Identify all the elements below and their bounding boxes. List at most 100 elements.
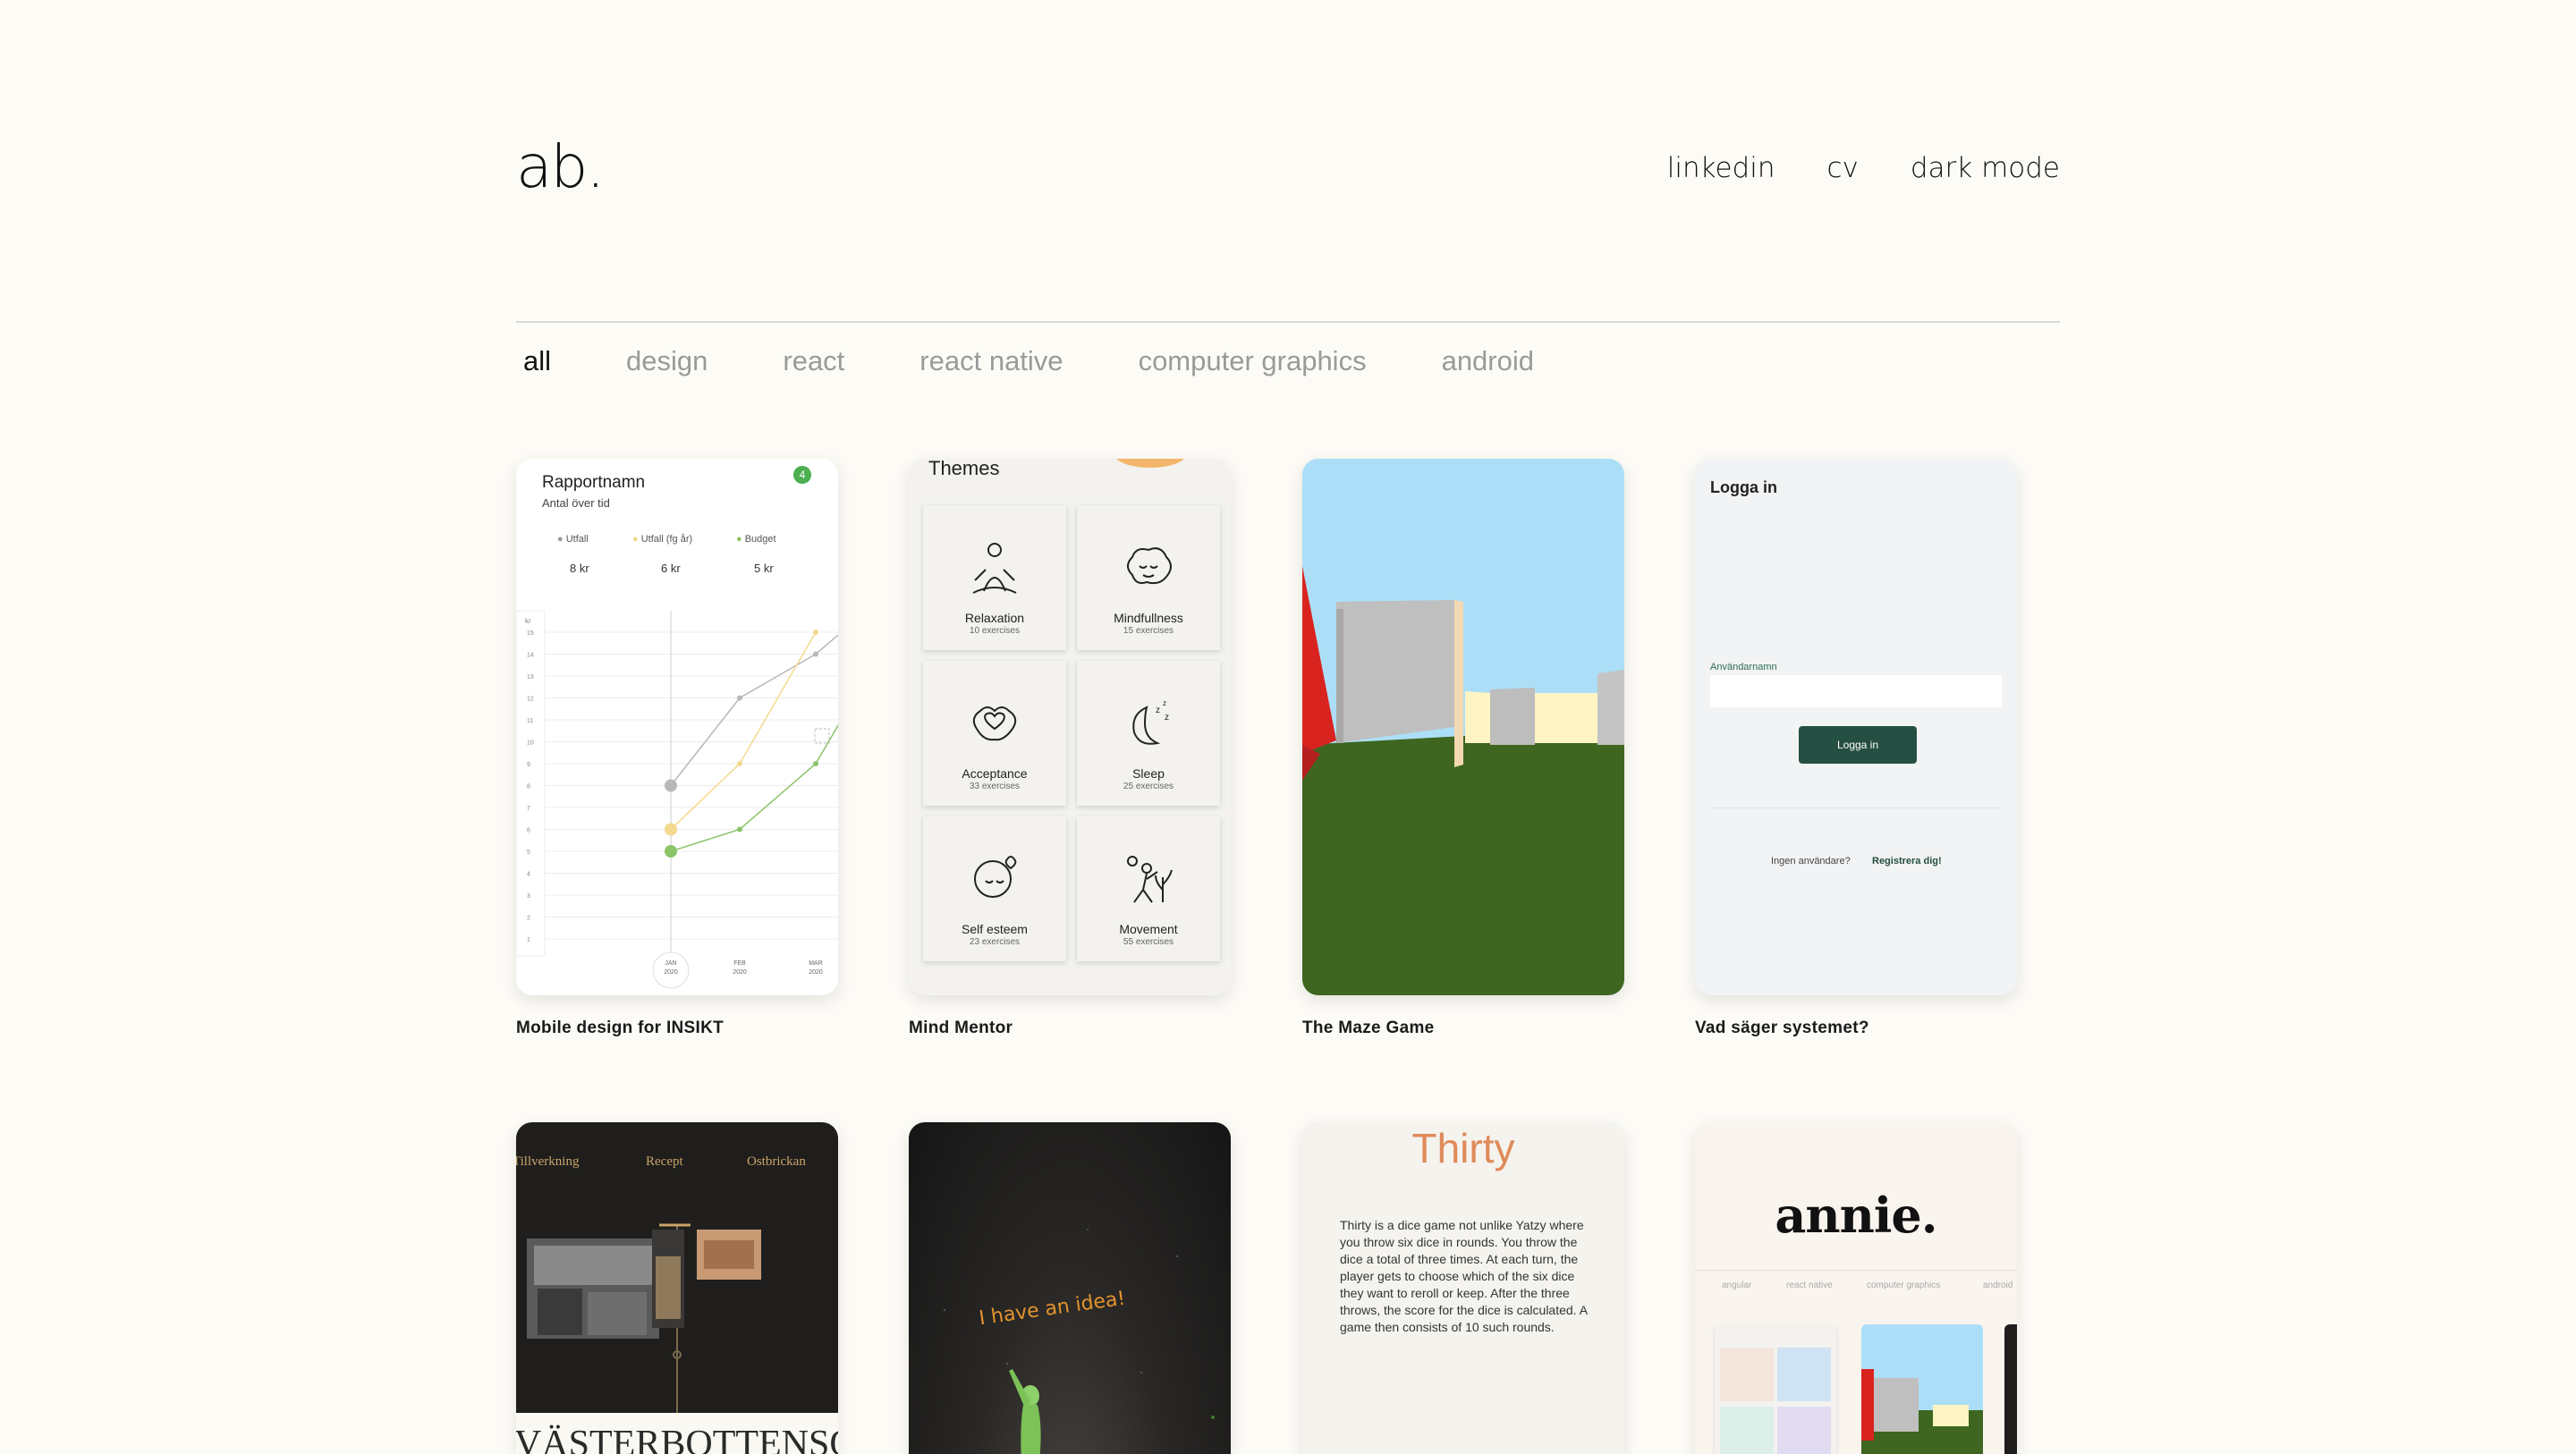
tile-name: Sleep (1132, 766, 1165, 781)
expand-icon[interactable] (814, 728, 830, 744)
y-tick-label: 8 (527, 784, 530, 790)
project-card-mind-mentor[interactable]: Themes Relaxation 10 exercises Mindfulln… (909, 459, 1231, 995)
tile-count: 33 exercises (969, 782, 1021, 791)
self-esteem-icon (974, 856, 1017, 898)
maze-scene (1302, 459, 1624, 995)
thirty-description: Thirty is a dice game not unlike Yatzy w… (1340, 1218, 1588, 1334)
project-card-thirty[interactable]: Thirty Thirty is a dice game not unlike … (1302, 1122, 1624, 1454)
y-tick-label: 5 (527, 850, 530, 856)
tile-count: 15 exercises (1123, 626, 1174, 636)
sleep-icon: z z z (1132, 699, 1169, 745)
filter-android[interactable]: android (1442, 345, 1534, 377)
site-logo[interactable]: ab. (516, 132, 605, 201)
tile-acceptance[interactable]: Acceptance 33 exercises (923, 661, 1066, 806)
series-point (665, 845, 677, 858)
report-title: Rapportnamn (542, 473, 646, 492)
report-subtitle: Antal över tid (542, 496, 610, 510)
count-badge: 4 (793, 466, 811, 484)
tile-name: Self esteem (962, 922, 1028, 936)
nav-linkedin-link[interactable]: linkedin (1667, 152, 1775, 184)
series-point (737, 695, 742, 701)
x-tick-label: JAN (665, 960, 676, 967)
series-point (665, 823, 677, 836)
tile-count: 23 exercises (969, 937, 1021, 947)
y-tick-label: 14 (527, 653, 534, 659)
legend-utfall-fg: ● Utfall (fg år) (632, 534, 693, 545)
nav-dark-mode-toggle[interactable]: dark mode (1911, 152, 2060, 184)
x-tick-label: FEB (733, 960, 746, 967)
x-tick-label: 2020 (733, 969, 747, 976)
series-point (737, 826, 742, 833)
legend-utfall: ● Utfall (557, 534, 589, 545)
legend-budget: ● Budget (736, 534, 776, 545)
tile-sleep[interactable]: z z z Sleep 25 exercises (1077, 661, 1220, 806)
tile-name: Movement (1119, 922, 1178, 936)
login-button[interactable]: Logga in (1799, 726, 1917, 764)
decorative-blob (1114, 459, 1186, 468)
tile-mindfullness[interactable]: Mindfullness 15 exercises (1077, 505, 1220, 650)
annie-filter-react-native: react native (1786, 1281, 1833, 1290)
y-tick-label: 13 (527, 674, 534, 681)
y-tick-label: 6 (527, 828, 530, 834)
annie-filter-computer-graphics: computer graphics (1867, 1281, 1941, 1290)
filter-design[interactable]: design (626, 345, 708, 377)
tile-relaxation[interactable]: Relaxation 10 exercises (923, 505, 1066, 650)
tile-name: Relaxation (964, 611, 1025, 625)
filter-react-native[interactable]: react native (919, 345, 1063, 377)
filter-all[interactable]: all (523, 345, 551, 377)
project-title-insikt[interactable]: Mobile design for INSIKT (516, 1019, 724, 1038)
tile-count: 55 exercises (1123, 937, 1174, 947)
brain-icon (1127, 547, 1172, 585)
project-title-mind-mentor[interactable]: Mind Mentor (909, 1019, 1013, 1038)
nav-cv-link[interactable]: cv (1826, 152, 1858, 184)
header-divider (516, 321, 2060, 323)
y-tick-label: 2 (527, 916, 530, 922)
svg-text:z: z (1165, 713, 1169, 723)
tile-movement[interactable]: Movement 55 exercises (1077, 816, 1220, 961)
username-label: Användarnamn (1710, 662, 1777, 672)
legend-value-utfall-fg: 6 kr (661, 562, 681, 575)
annie-filter-angular: angular (1722, 1281, 1752, 1290)
y-tick-label: 9 (527, 762, 530, 768)
series-line (670, 631, 817, 831)
project-title-maze-game[interactable]: The Maze Game (1302, 1019, 1435, 1038)
annie-thumb-partial (2004, 1324, 2017, 1454)
y-tick-label: 10 (527, 740, 534, 747)
y-tick-label: 12 (527, 697, 534, 703)
night-scene (943, 1229, 1215, 1454)
series-point (737, 761, 742, 766)
vb-timeline-illustration (527, 1223, 761, 1413)
project-title-vad-sager-systemet[interactable]: Vad säger systemet? (1695, 1019, 1869, 1038)
project-filters: all design react react native computer g… (523, 345, 1534, 377)
top-nav: linkedin cv dark mode (1667, 152, 2060, 184)
series-point (813, 761, 818, 766)
tile-self-esteem[interactable]: Self esteem 23 exercises (923, 816, 1066, 961)
x-tick-label: MAR (809, 960, 823, 967)
project-card-vasterbottensost[interactable]: Tillverkning Recept Ostbrickan VÄSTERBOT… (516, 1122, 838, 1454)
project-card-insikt[interactable]: Rapportnamn Antal över tid 4 ● Utfall ● … (516, 459, 838, 995)
filter-react[interactable]: react (783, 345, 844, 377)
filter-computer-graphics[interactable]: computer graphics (1139, 345, 1367, 377)
project-card-i-have-an-idea[interactable]: I have an idea! (909, 1122, 1231, 1454)
project-card-vad-sager-systemet[interactable]: Logga in Användarnamn Logga in Ingen anv… (1695, 459, 2017, 995)
themes-heading: Themes (928, 459, 1000, 479)
username-input[interactable] (1710, 675, 2002, 707)
legend-value-budget: 5 kr (754, 562, 774, 575)
y-tick-label: 11 (527, 718, 533, 724)
meditation-icon (972, 543, 1017, 594)
y-unit: kr (525, 617, 531, 625)
project-card-annie[interactable]: annie. angular react native computer gra… (1695, 1122, 2017, 1454)
series-point (813, 651, 818, 657)
project-card-maze-game[interactable] (1302, 459, 1624, 995)
svg-text:z: z (1156, 706, 1160, 715)
insikt-chart: kr 15 14 13 12 11 10 9 8 7 6 5 4 3 2 1 JAN 2020 FEB 2020 M… (516, 610, 838, 989)
series-point (813, 630, 818, 635)
legend-value-utfall: 8 kr (570, 562, 589, 575)
vb-heading: VÄSTERBOTTENSOST (516, 1413, 838, 1454)
register-link[interactable]: Registrera dig! (1872, 856, 1942, 866)
login-divider (1710, 807, 2002, 808)
y-tick-label: 15 (527, 630, 534, 637)
thirty-heading: Thirty (1411, 1125, 1515, 1171)
y-tick-label: 3 (527, 893, 530, 900)
annie-logo: annie. (1775, 1187, 1937, 1244)
